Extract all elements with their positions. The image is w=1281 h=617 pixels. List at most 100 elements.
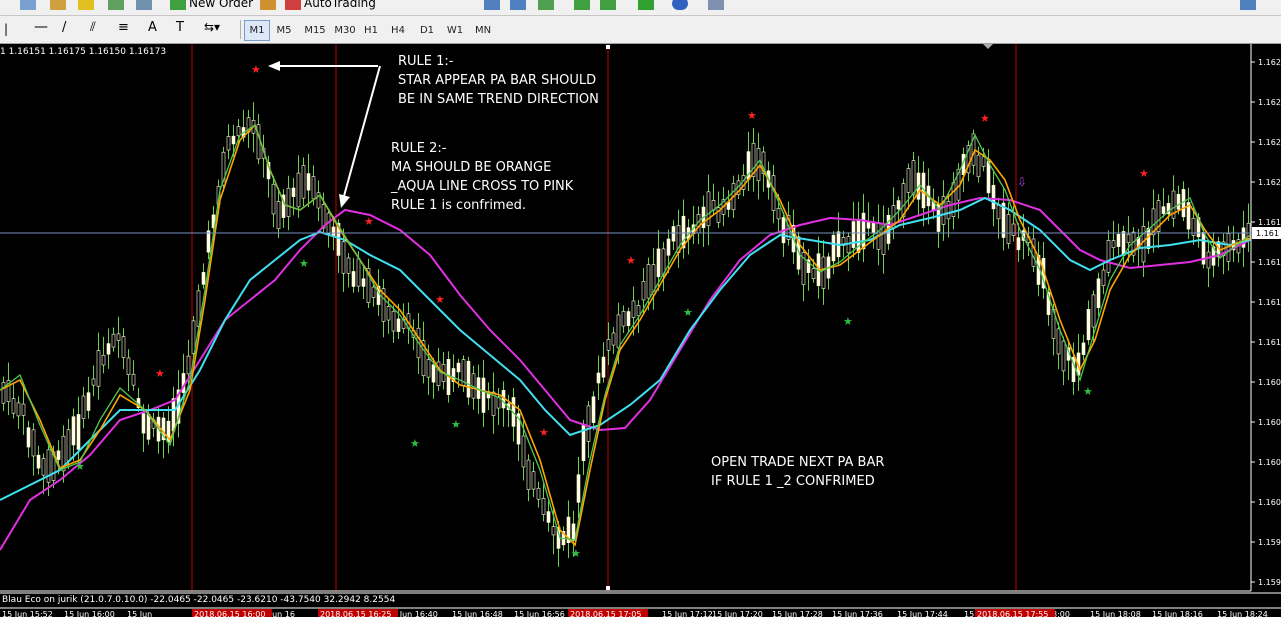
candle-body xyxy=(1126,233,1131,244)
candle-body xyxy=(536,487,541,500)
red-signal-star-icon: ★ xyxy=(1139,167,1149,180)
candle-body xyxy=(881,223,886,255)
timeframe-m5-button[interactable]: M5 xyxy=(271,20,297,41)
timeframe-h4-button[interactable]: H4 xyxy=(385,20,411,41)
candle-body xyxy=(131,373,136,386)
trendline-tool-icon[interactable]: / xyxy=(62,20,66,35)
candle-body xyxy=(1011,223,1016,236)
candle-body xyxy=(311,176,316,200)
candle-body xyxy=(191,320,196,354)
timeframe-m1-button[interactable]: M1 xyxy=(244,20,270,41)
timeframe-m30-button[interactable]: M30 xyxy=(329,20,361,41)
zoom-out-icon[interactable] xyxy=(510,0,529,10)
green-signal-star-icon: ★ xyxy=(451,418,461,431)
candle-body xyxy=(71,416,76,446)
timeframe-mn-button[interactable]: MN xyxy=(470,20,496,41)
candle-body xyxy=(116,333,121,341)
candle-body xyxy=(541,498,546,515)
red-signal-star-icon: ★ xyxy=(155,367,165,380)
candle-body xyxy=(111,333,116,348)
candle-body xyxy=(911,160,916,196)
candle-body xyxy=(31,429,36,457)
red-signal-star-icon: ★ xyxy=(980,112,990,125)
new-order-button[interactable]: New Order xyxy=(170,0,253,10)
label-tool-icon[interactable]: T xyxy=(176,20,184,35)
red-signal-star-icon: ★ xyxy=(747,109,757,122)
autoscroll-icon[interactable] xyxy=(600,0,619,10)
price-label: 1.161 xyxy=(1258,338,1281,347)
candle-body xyxy=(271,183,276,215)
tile-windows-icon[interactable] xyxy=(538,0,557,10)
candle-body xyxy=(56,450,61,460)
candle-body xyxy=(776,208,781,220)
candle-body xyxy=(291,187,296,197)
zoom-in-icon[interactable] xyxy=(484,0,503,10)
timeframe-w1-button[interactable]: W1 xyxy=(442,20,468,41)
candle-body xyxy=(346,257,351,274)
star-toolbar-icon[interactable] xyxy=(78,0,97,10)
time-label: 15 Jun 15:52 xyxy=(2,610,53,617)
green-signal-star-icon: ★ xyxy=(1083,385,1093,398)
timeframe-m15-button[interactable]: M15 xyxy=(299,20,331,41)
text-tool-icon[interactable]: A xyxy=(148,20,157,35)
candle-body xyxy=(431,364,436,383)
profiles-icon[interactable] xyxy=(20,0,39,10)
candle-body xyxy=(21,403,26,416)
candle-body xyxy=(906,168,911,193)
time-highlight-label: 2018.06.15 16:25 xyxy=(320,610,391,617)
metaeditor-icon[interactable] xyxy=(260,0,279,10)
price-chart[interactable]: ★ ★ ★ ★ ★ ★ ★ ★ ★ ★ ★ ★ ★ ★ ★ ★ ★ ⇩ 1.162 1.162 1.162 1.162 1… xyxy=(0,44,1281,617)
candle-body xyxy=(1,382,6,404)
candle-body xyxy=(426,359,431,378)
candle-body xyxy=(546,511,551,523)
candle-body xyxy=(371,286,376,298)
candle-body xyxy=(351,271,356,287)
time-label: 15 Jun 16:48 xyxy=(452,610,503,617)
candle-body xyxy=(186,355,191,375)
ohlc-readout: 1 1.16151 1.16175 1.16150 1.16173 xyxy=(0,47,167,57)
red-signal-star-icon: ★ xyxy=(626,254,636,267)
open-trade-annotation: OPEN TRADE NEXT PA BAR IF RULE 1 _2 CONF… xyxy=(711,455,885,489)
candle-body xyxy=(396,318,401,332)
arrows-tool-icon[interactable]: ⇆▾ xyxy=(204,20,220,34)
autotrading-button[interactable]: AutoTrading xyxy=(285,0,376,10)
candle-body xyxy=(231,135,236,145)
candle-body xyxy=(236,126,241,137)
crosshair-toolbar-icon[interactable] xyxy=(50,0,69,10)
timeframe-h1-button[interactable]: H1 xyxy=(358,20,384,41)
search-icon[interactable] xyxy=(1240,0,1259,10)
green-signal-star-icon: ★ xyxy=(683,306,693,319)
candle-body xyxy=(201,272,206,285)
candle-body xyxy=(76,414,81,450)
price-label: 1.161 xyxy=(1258,258,1281,267)
horizontal-line-tool-icon[interactable]: — xyxy=(34,19,48,35)
candle-body xyxy=(896,200,901,210)
candle-body xyxy=(571,523,576,541)
candle-body xyxy=(591,396,596,423)
candle-body xyxy=(306,173,311,191)
candle-body xyxy=(1206,251,1211,269)
navigator-icon[interactable] xyxy=(108,0,127,10)
candle-body xyxy=(331,226,336,236)
indicator-subwindow-label: Blau Eco on jurik (21.0.7.0.10.0) -22.04… xyxy=(2,595,396,605)
terminal-icon[interactable] xyxy=(136,0,155,10)
fibonacci-tool-icon[interactable]: ≡ xyxy=(118,20,129,35)
candle-body xyxy=(521,435,526,468)
candle-body xyxy=(121,336,126,358)
timeframe-d1-button[interactable]: D1 xyxy=(414,20,440,41)
periods-icon[interactable] xyxy=(672,0,691,10)
green-signal-star-icon: ★ xyxy=(299,257,309,270)
vertical-line-tool-icon[interactable]: | xyxy=(4,22,8,36)
indicators-icon[interactable] xyxy=(638,0,657,10)
candle-body xyxy=(356,258,361,287)
candle-body xyxy=(1091,294,1096,328)
chart-shift-icon[interactable] xyxy=(574,0,593,10)
line-handle xyxy=(606,45,610,49)
templates-icon[interactable] xyxy=(708,0,727,10)
candle-body xyxy=(481,377,486,413)
candle-body xyxy=(341,241,346,274)
price-label: 1.162 xyxy=(1258,98,1281,107)
channel-tool-icon[interactable]: ⫽ xyxy=(90,20,96,35)
green-signal-star-icon: ★ xyxy=(571,547,581,560)
price-label: 1.161 xyxy=(1258,298,1281,307)
